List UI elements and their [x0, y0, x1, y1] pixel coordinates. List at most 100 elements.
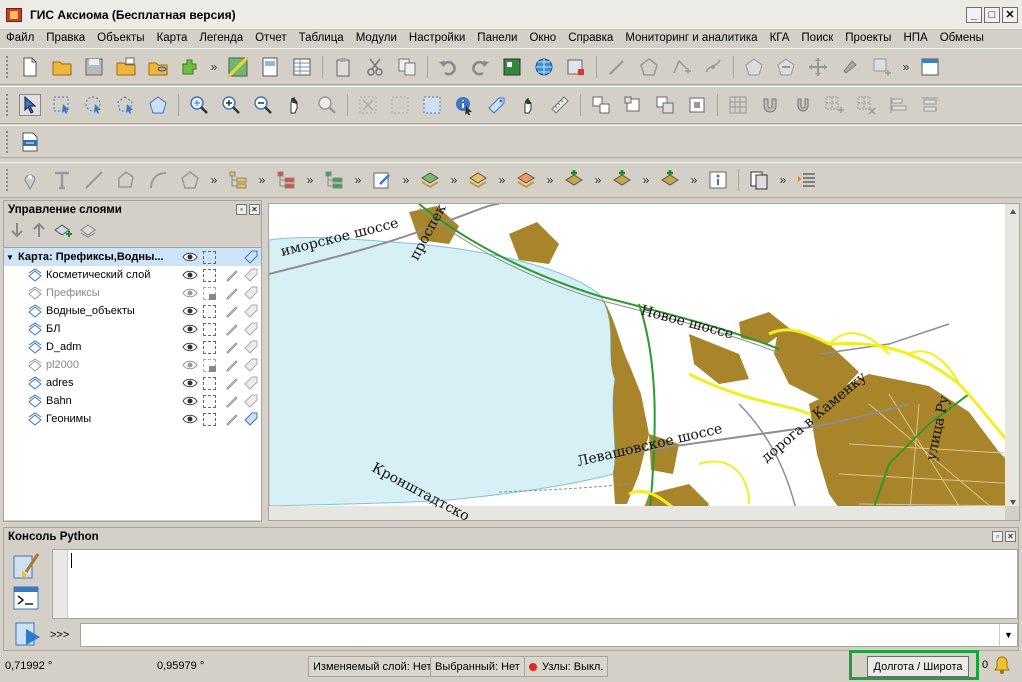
save-icon[interactable] [83, 56, 105, 78]
zoom-out-icon[interactable] [252, 94, 274, 116]
nodes-status[interactable]: Узлы: Выкл. [524, 656, 609, 677]
legend-tree-icon[interactable] [227, 169, 249, 191]
table-window-icon[interactable] [291, 56, 313, 78]
toolbar-more-button[interactable]: » [544, 173, 556, 187]
edit-pencil-icon[interactable] [225, 268, 239, 282]
menu-map[interactable]: Карта [151, 32, 194, 44]
menu-panels[interactable]: Панели [471, 32, 523, 44]
rectangle-select-icon[interactable] [51, 94, 73, 116]
close-console-button[interactable]: ✕ [1005, 531, 1016, 542]
visibility-eye-icon[interactable] [182, 413, 198, 425]
toolbar-more-button[interactable]: » [256, 173, 268, 187]
report-window-icon[interactable] [259, 56, 281, 78]
polygon-select-icon[interactable] [115, 94, 137, 116]
align-left-icon[interactable] [887, 94, 909, 116]
add-layer-panel-icon[interactable] [54, 222, 72, 241]
plugin-icon[interactable] [179, 56, 201, 78]
selectable-toggle-icon[interactable] [203, 412, 216, 426]
align-top-icon[interactable] [919, 94, 941, 116]
snap-grid-icon[interactable] [791, 94, 813, 116]
layer-row[interactable]: Геонимы [4, 410, 261, 428]
remove-grid-node-icon[interactable] [855, 94, 877, 116]
selectable-toggle-icon[interactable] [203, 250, 216, 264]
erase-outside-icon[interactable] [686, 94, 708, 116]
new-icon[interactable] [19, 56, 41, 78]
menu-objects[interactable]: Объекты [91, 32, 150, 44]
layout-icon[interactable] [501, 56, 523, 78]
toolbar-grip[interactable] [6, 94, 10, 116]
menu-exchanges[interactable]: Обмены [934, 32, 990, 44]
layer-row[interactable]: Водные_объекты [4, 302, 261, 320]
chevron-down-icon[interactable]: ▼ [999, 624, 1017, 646]
menu-edit[interactable]: Правка [40, 32, 91, 44]
open-folder-icon[interactable] [51, 56, 73, 78]
redo-icon[interactable] [469, 56, 491, 78]
visibility-eye-icon[interactable] [182, 323, 198, 335]
menu-file[interactable]: Файл [0, 32, 40, 44]
toolbar-more-button[interactable]: » [304, 173, 316, 187]
menu-report[interactable]: Отчет [249, 32, 293, 44]
visibility-eye-icon[interactable] [182, 377, 198, 389]
move-down-icon[interactable] [10, 222, 24, 241]
open-database-icon[interactable] [147, 56, 169, 78]
overlay-icon[interactable] [622, 94, 644, 116]
visibility-eye-icon[interactable] [182, 305, 198, 317]
edit-pencil-icon[interactable] [225, 322, 239, 336]
menu-projects[interactable]: Проекты [839, 32, 897, 44]
draw-polygon-icon[interactable] [638, 56, 660, 78]
add-object-icon[interactable] [871, 56, 893, 78]
copy-icon[interactable] [396, 56, 418, 78]
line-tool-icon[interactable] [83, 169, 105, 191]
menu-table[interactable]: Таблица [293, 32, 350, 44]
paste-icon[interactable] [332, 56, 354, 78]
point-pin-icon[interactable] [19, 169, 41, 191]
clear-selection-icon[interactable] [357, 94, 379, 116]
zoom-in-icon[interactable] [220, 94, 242, 116]
map-window-icon[interactable] [227, 56, 249, 78]
run-script-icon[interactable] [14, 621, 42, 650]
thematic-layer-icon[interactable] [515, 169, 537, 191]
erase-icon[interactable] [775, 56, 797, 78]
split-object-icon[interactable] [654, 94, 676, 116]
panel-settings-icon[interactable] [919, 56, 941, 78]
web-globe-icon[interactable] [533, 56, 555, 78]
toolbar-more-button[interactable]: » [208, 173, 220, 187]
visibility-eye-icon[interactable] [182, 395, 198, 407]
label-toggle-icon[interactable] [244, 358, 258, 372]
terminal-icon[interactable] [13, 586, 39, 613]
circle-select-icon[interactable] [83, 94, 105, 116]
collapse-arrow-icon[interactable]: ▼ [6, 253, 18, 262]
move-icon[interactable] [807, 56, 829, 78]
remove-layer-panel-icon[interactable] [80, 222, 98, 241]
edit-pencil-icon[interactable] [225, 286, 239, 300]
selectable-toggle-icon[interactable] [203, 304, 216, 318]
selectable-toggle-icon[interactable] [203, 322, 216, 336]
grid-icon[interactable] [727, 94, 749, 116]
combine-icon[interactable] [590, 94, 612, 116]
edit-form-icon[interactable] [371, 169, 393, 191]
info-panel-icon[interactable] [707, 169, 729, 191]
list-settings-icon[interactable] [796, 169, 818, 191]
menu-window[interactable]: Окно [523, 32, 562, 44]
select-all-icon[interactable] [421, 94, 443, 116]
float-panel-button[interactable]: ▫ [236, 204, 247, 215]
zoom-extent-icon[interactable] [316, 94, 338, 116]
label-toggle-icon[interactable] [244, 340, 258, 354]
snap-magnet-icon[interactable] [759, 94, 781, 116]
print-map-icon[interactable] [565, 56, 587, 78]
clear-console-icon[interactable] [12, 552, 40, 583]
toolbar-more-button[interactable]: » [777, 173, 789, 187]
edit-pencil-icon[interactable] [225, 358, 239, 372]
layer-row[interactable]: БЛ [4, 320, 261, 338]
layer-row[interactable]: Префиксы [4, 284, 261, 302]
label-toggle-icon[interactable] [244, 304, 258, 318]
menu-modules[interactable]: Модули [350, 32, 403, 44]
label-toggle-icon[interactable] [244, 394, 258, 408]
cut-icon[interactable] [364, 56, 386, 78]
visibility-eye-icon[interactable] [182, 341, 198, 353]
add-grid-node-icon[interactable] [823, 94, 845, 116]
ruler-icon[interactable] [549, 94, 571, 116]
visibility-eye-icon[interactable] [182, 359, 198, 371]
selectable-toggle-icon[interactable] [203, 268, 216, 282]
raster-layer-icon[interactable] [467, 169, 489, 191]
